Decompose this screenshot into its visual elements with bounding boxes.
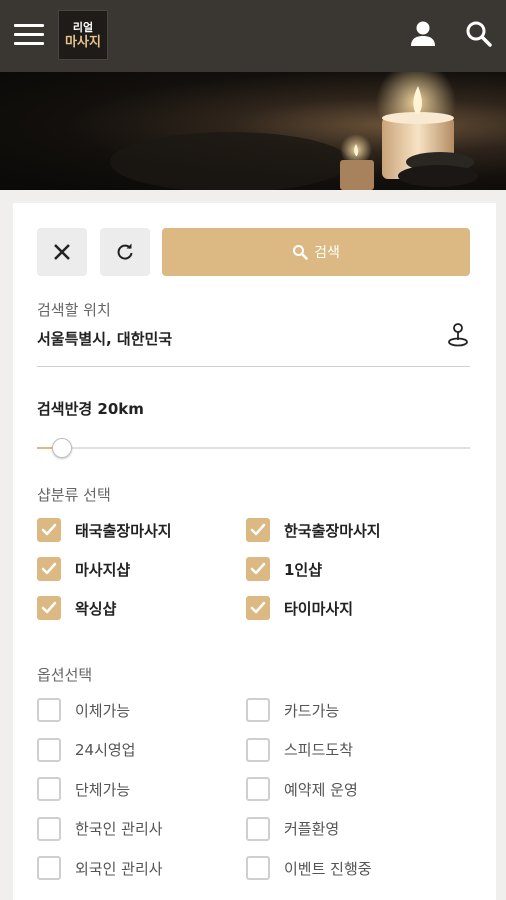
option-checkbox-item[interactable]: 이체가능 [37,697,130,723]
checkbox-checked-icon[interactable] [37,518,61,542]
search-button[interactable]: 검색 [162,228,470,276]
close-button[interactable] [37,228,87,276]
checkbox-checked-icon[interactable] [37,596,61,620]
shop-checkbox-item[interactable]: 태국출장마사지 [37,517,172,543]
option-checkbox-item[interactable]: 이벤트 진행중 [246,855,372,881]
checkbox-unchecked-icon[interactable] [246,698,270,722]
slider-thumb[interactable] [52,438,72,458]
option-checkbox-label: 이체가능 [75,701,131,720]
option-checkbox-label: 24시영업 [75,741,136,759]
search-icon[interactable] [463,18,495,50]
option-checkbox-label: 커플환영 [284,820,340,838]
refresh-button[interactable] [100,228,150,276]
shop-category-label: 샵분류 선택 [37,486,111,504]
location-label: 검색할 위치 [37,301,111,319]
option-checkbox-item[interactable]: 카드가능 [246,697,339,723]
shop-checkbox-label: 태국출장마사지 [75,521,172,540]
option-checkbox-label: 이벤트 진행중 [284,859,372,878]
checkbox-unchecked-icon[interactable] [37,737,61,762]
logo-line2: 마사지 [65,35,101,50]
checkbox-checked-icon[interactable] [37,557,61,581]
checkbox-unchecked-icon[interactable] [37,816,61,841]
checkbox-checked-icon[interactable] [246,596,270,620]
checkbox-unchecked-icon[interactable] [246,816,270,841]
shop-checkbox-label: 왁싱샵 [75,599,117,618]
slider-track [37,447,470,449]
option-checkbox-item[interactable]: 한국인 관리사 [37,816,163,842]
location-input[interactable]: 서울특별시, 대한민국 [37,328,172,349]
search-button-label: 검색 [314,245,340,261]
shop-checkbox-label: 한국출장마사지 [284,521,381,540]
refresh-icon [117,243,133,260]
option-checkbox-item[interactable]: 커플환영 [246,816,339,842]
logo-line1: 리얼 [72,21,94,34]
shop-checkbox-item[interactable]: 타이마사지 [246,595,353,621]
location-underline [37,366,470,367]
checkbox-unchecked-icon[interactable] [246,777,270,801]
hero-banner [0,72,506,190]
shop-checkbox-item[interactable]: 왁싱샵 [37,595,116,621]
option-checkbox-label: 단체가능 [75,780,131,799]
checkbox-checked-icon[interactable] [246,518,270,542]
search-icon [293,245,308,260]
option-checkbox-label: 스피드도착 [284,741,354,759]
shop-checkbox-item[interactable]: 1인샵 [246,556,322,582]
checkbox-unchecked-icon[interactable] [37,698,61,722]
option-checkbox-item[interactable]: 외국인 관리사 [37,855,163,881]
app-header: 리얼 마사지 [0,0,506,72]
shop-checkbox-label: 1인샵 [284,560,323,579]
checkbox-unchecked-icon[interactable] [37,777,61,801]
menu-icon[interactable] [14,24,44,48]
shop-checkbox-label: 타이마사지 [284,599,354,618]
radius-slider[interactable] [37,436,470,460]
option-checkbox-item[interactable]: 예약제 운영 [246,776,358,802]
option-checkbox-item[interactable]: 24시영업 [37,737,136,763]
shop-checkbox-item[interactable]: 마사지샵 [37,556,130,582]
option-checkbox-label: 카드가능 [284,701,340,720]
user-icon[interactable] [408,18,438,50]
option-checkbox-label: 예약제 운영 [284,780,358,799]
checkbox-unchecked-icon[interactable] [246,737,270,762]
option-checkbox-label: 외국인 관리사 [75,859,163,878]
candle-image [110,72,478,190]
option-checkbox-item[interactable]: 스피드도착 [246,737,353,763]
shop-checkbox-label: 마사지샵 [75,560,131,579]
option-checkbox-item[interactable]: 단체가능 [37,776,130,802]
checkbox-unchecked-icon[interactable] [37,856,61,880]
location-pin-icon[interactable] [446,322,470,348]
options-label: 옵션선택 [37,666,93,684]
close-icon [54,244,70,260]
checkbox-unchecked-icon[interactable] [246,856,270,880]
checkbox-checked-icon[interactable] [246,557,270,581]
option-checkbox-label: 한국인 관리사 [75,820,163,838]
radius-label: 검색반경 20km [37,400,144,418]
shop-checkbox-item[interactable]: 한국출장마사지 [246,517,381,543]
logo[interactable]: 리얼 마사지 [58,10,108,60]
